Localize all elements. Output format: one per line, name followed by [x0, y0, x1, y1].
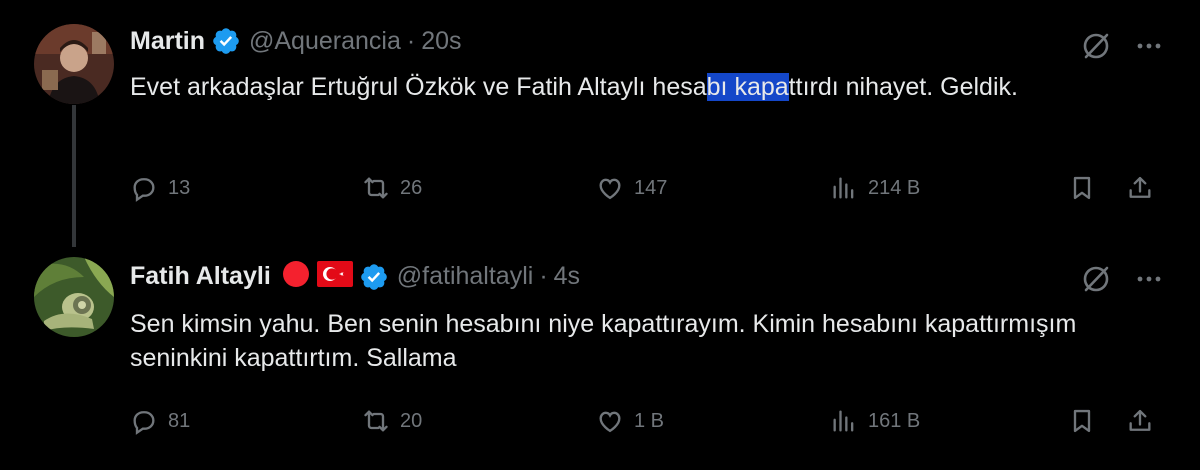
- reply-button[interactable]: 81: [130, 407, 190, 435]
- tweet-header: Fatih Altayli @fatihaltayli · 4s: [130, 259, 580, 294]
- tweet-fatih-altayli[interactable]: Fatih Altayli @fatihaltayli · 4s Sen kim…: [0, 235, 1200, 470]
- share-button[interactable]: [1126, 407, 1154, 435]
- display-name[interactable]: Fatih Altayli: [130, 262, 271, 291]
- tweet-text: Evet arkadaşlar Ertuğrul Özkök ve Fatih …: [130, 70, 1130, 104]
- repost-count: 20: [400, 409, 423, 432]
- views-button[interactable]: 214 B: [830, 174, 920, 202]
- repost-icon: [364, 410, 388, 432]
- separator-dot: ·: [539, 262, 548, 290]
- reply-icon: [133, 178, 155, 202]
- tweet-header: Martin @Aquerancia · 20s: [130, 26, 462, 56]
- bookmark-icon: [1073, 409, 1091, 433]
- tweet-top-actions: [1080, 263, 1164, 295]
- user-handle[interactable]: @fatihaltayli: [397, 262, 534, 291]
- repost-button[interactable]: 20: [362, 407, 422, 435]
- view-count: 214 B: [868, 176, 921, 199]
- bookmark-button[interactable]: [1068, 174, 1096, 202]
- thread-connector-line: [72, 105, 76, 247]
- turkey-flag-icon: [316, 261, 353, 292]
- tweet-text-part: Evet arkadaşlar Ertuğrul Özkök ve Fatih …: [130, 73, 707, 101]
- red-circle-icon: [281, 259, 311, 294]
- grok-icon[interactable]: [1080, 30, 1112, 62]
- repost-button[interactable]: 26: [362, 174, 422, 202]
- verified-badge-icon[interactable]: [211, 26, 241, 56]
- selected-text: bı kapa: [706, 73, 789, 101]
- repost-icon: [364, 177, 388, 199]
- tweet-text: Sen kimsin yahu. Ben senin hesabını niye…: [130, 310, 1077, 372]
- like-count: 147: [634, 176, 668, 199]
- avatar-fatih-altayli[interactable]: [34, 257, 114, 337]
- share-icon: [1129, 176, 1151, 198]
- share-icon: [1129, 409, 1151, 431]
- views-icon: [833, 410, 854, 432]
- views-icon: [833, 177, 854, 199]
- tweet-martin[interactable]: Martin @Aquerancia · 20s Evet arkadaşlar…: [0, 0, 1200, 247]
- tweet-text-part: ttırdı nihayet. Geldik.: [788, 73, 1018, 101]
- display-name[interactable]: Martin: [130, 27, 205, 56]
- reply-count: 13: [168, 176, 191, 199]
- like-button[interactable]: 1 B: [596, 407, 664, 435]
- bookmark-icon: [1073, 176, 1091, 200]
- grok-icon[interactable]: [1080, 263, 1112, 295]
- avatar-martin[interactable]: [34, 24, 114, 104]
- separator-dot: ·: [406, 26, 416, 55]
- more-icon[interactable]: [1134, 264, 1164, 294]
- repost-count: 26: [400, 176, 423, 199]
- tweet-actions: 13 26 147 214 B: [130, 174, 1165, 210]
- tweet-top-actions: [1080, 30, 1164, 62]
- user-handle[interactable]: @Aquerancia: [249, 27, 401, 56]
- reply-icon: [133, 411, 155, 435]
- view-count: 161 B: [868, 409, 921, 432]
- like-icon: [599, 411, 621, 433]
- share-button[interactable]: [1126, 174, 1154, 202]
- bookmark-button[interactable]: [1068, 407, 1096, 435]
- reply-count: 81: [168, 409, 191, 432]
- timestamp[interactable]: 4s: [554, 262, 580, 291]
- reply-button[interactable]: 13: [130, 174, 190, 202]
- tweet-actions: 81 20 1 B 161 B: [130, 407, 1165, 443]
- like-icon: [599, 178, 621, 200]
- like-button[interactable]: 147: [596, 174, 667, 202]
- like-count: 1 B: [634, 409, 665, 432]
- timestamp[interactable]: 20s: [421, 27, 461, 56]
- views-button[interactable]: 161 B: [830, 407, 920, 435]
- more-icon[interactable]: [1134, 31, 1164, 61]
- verified-badge-icon[interactable]: [359, 262, 389, 292]
